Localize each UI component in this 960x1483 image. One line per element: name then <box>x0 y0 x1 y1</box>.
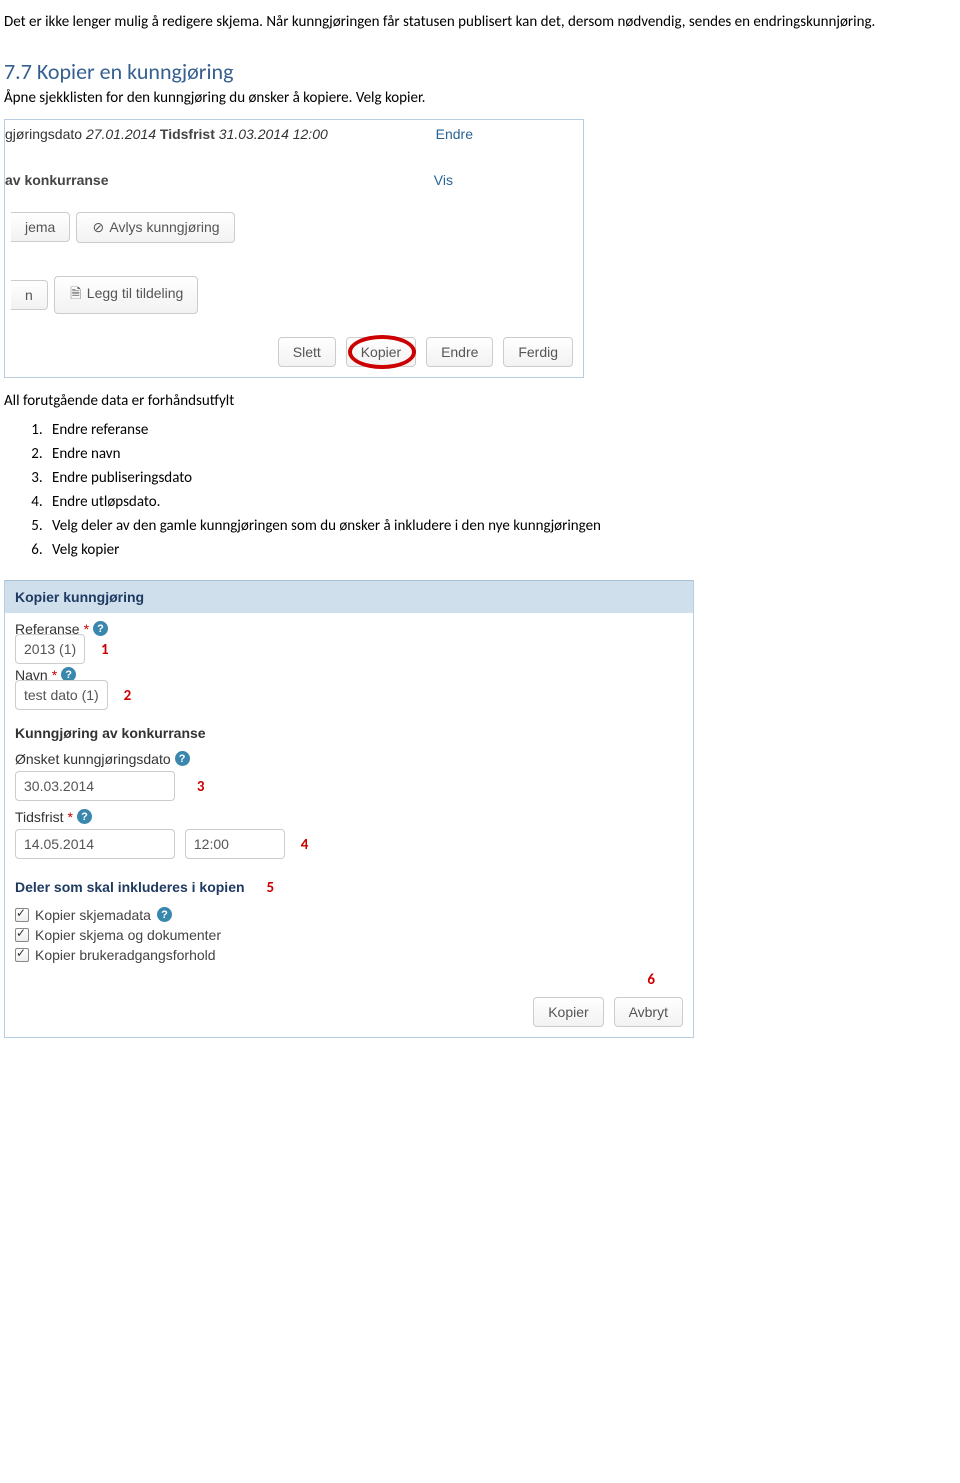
help-icon[interactable]: ? <box>93 621 108 636</box>
list-item: Endre navn <box>46 442 940 466</box>
tidsfrist-label: Tidsfrist <box>15 809 63 825</box>
slett-button[interactable]: Slett <box>278 337 336 367</box>
help-icon[interactable]: ? <box>175 751 190 766</box>
tidsfrist-date-input[interactable]: 14.05.2014 <box>15 829 175 859</box>
tidsfrist-value: 31.03.2014 12:00 <box>219 126 328 142</box>
section-heading: 7.7 Kopier en kunngjøring <box>4 58 940 85</box>
avlys-kunngjoring-button[interactable]: ⊘Avlys kunngjøring <box>76 212 234 243</box>
annotation-3: 3 <box>197 778 205 796</box>
required-mark: * <box>84 621 89 637</box>
help-icon[interactable]: ? <box>157 907 172 922</box>
form-header: Kopier kunngjøring <box>5 580 693 613</box>
list-item: Endre publiseringsdato <box>46 466 940 490</box>
checkbox-label: Kopier skjemadata <box>35 907 151 923</box>
cancel-icon: ⊘ <box>91 219 105 236</box>
tidsfrist-time-input[interactable]: 12:00 <box>185 829 285 859</box>
label-text: gjøringsdato <box>5 126 82 142</box>
list-item: Endre utløpsdato. <box>46 490 940 514</box>
date-value: 27.01.2014 <box>86 126 156 142</box>
list-item: Velg deler av den gamle kunngjøringen so… <box>46 514 940 538</box>
steps-list: Endre referanse Endre navn Endre publise… <box>46 418 940 562</box>
checkbox-label: Kopier skjema og dokumenter <box>35 927 221 943</box>
annotation-1: 1 <box>101 641 109 659</box>
list-item: Velg kopier <box>46 538 940 562</box>
jema-button[interactable]: jema <box>11 212 70 242</box>
label-text: av konkurranse <box>5 172 109 188</box>
subheading-deler: Deler som skal inkluderes i kopien <box>15 879 245 895</box>
avbryt-button[interactable]: Avbryt <box>614 997 683 1027</box>
checkbox-label: Kopier brukeradgangsforhold <box>35 947 216 963</box>
annotation-4: 4 <box>301 836 309 854</box>
onsket-dato-label: Ønsket kunngjøringsdato <box>15 751 171 767</box>
endre-button[interactable]: Endre <box>426 337 493 367</box>
document-icon: 🗎 <box>69 283 83 307</box>
subheading-konkurranse: Kunngjøring av konkurranse <box>15 725 683 741</box>
endre-link[interactable]: Endre <box>436 126 473 142</box>
onsket-dato-input[interactable]: 30.03.2014 <box>15 771 175 801</box>
ferdig-button[interactable]: Ferdig <box>503 337 573 367</box>
kopier-button[interactable]: Kopier <box>346 337 416 367</box>
vis-link[interactable]: Vis <box>434 172 453 188</box>
list-item: Endre referanse <box>46 418 940 442</box>
screenshot-form: Kopier kunngjøring Referanse * ? 2013 (1… <box>4 580 694 1038</box>
annotation-5: 5 <box>266 879 274 897</box>
checkbox-skjemadata[interactable] <box>15 908 29 922</box>
help-icon[interactable]: ? <box>77 809 92 824</box>
navn-input[interactable]: test dato (1) <box>15 680 108 710</box>
screenshot-checklist: gjøringsdato 27.01.2014 Tidsfrist 31.03.… <box>4 119 584 378</box>
checkbox-skjema-dokumenter[interactable] <box>15 928 29 942</box>
button-label: Legg til tildeling <box>87 285 184 301</box>
intro-paragraph: Det er ikke lenger mulig å redigere skje… <box>4 12 940 32</box>
n-button[interactable]: n <box>11 280 48 310</box>
tidsfrist-label: Tidsfrist <box>160 126 215 142</box>
referanse-input[interactable]: 2013 (1) <box>15 634 85 664</box>
annotation-2: 2 <box>124 687 132 705</box>
annotation-6: 6 <box>647 971 655 989</box>
legg-til-tildeling-button[interactable]: 🗎Legg til tildeling <box>54 276 199 314</box>
section-subtext: Åpne sjekklisten for den kunngjøring du … <box>4 89 940 109</box>
mid-text: All forutgående data er forhåndsutfylt <box>4 392 940 410</box>
kopier-button[interactable]: Kopier <box>533 997 603 1027</box>
required-mark: * <box>67 809 72 825</box>
checkbox-brukeradgang[interactable] <box>15 948 29 962</box>
button-label: Avlys kunngjøring <box>109 219 219 235</box>
